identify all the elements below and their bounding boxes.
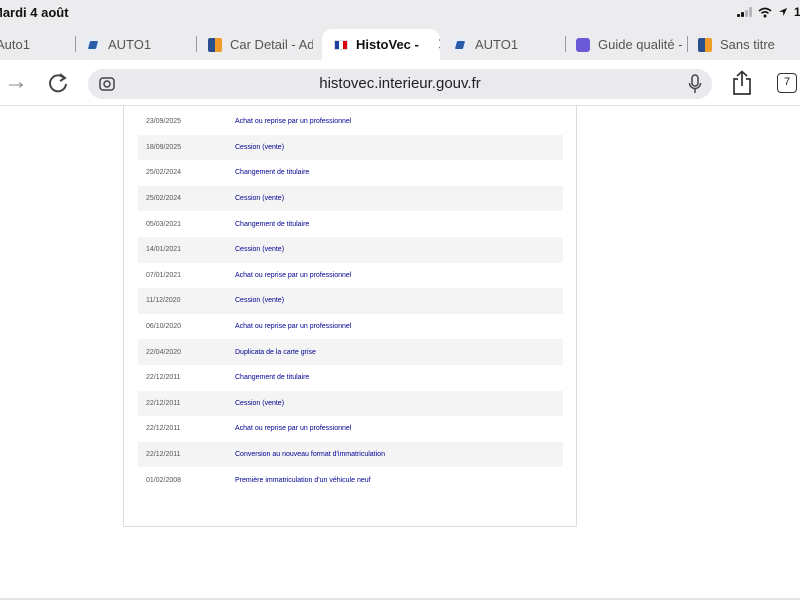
event-date: 22/04/2020 bbox=[146, 348, 182, 356]
event-label: Conversion au nouveau format d'immatricu… bbox=[235, 451, 385, 459]
sans-titre-favicon-icon bbox=[698, 37, 712, 52]
table-row: 18/09/2025 Cession (vente) bbox=[138, 134, 563, 161]
table-row: 05/03/2021 Changement de titulaire bbox=[138, 211, 563, 237]
event-label: Changement de titulaire bbox=[235, 220, 310, 228]
table-row: 22/12/2011 Achat ou reprise par un profes… bbox=[138, 416, 563, 442]
tab-label: Auto1 bbox=[0, 37, 30, 52]
forward-arrow-icon[interactable]: → bbox=[4, 69, 28, 95]
event-date: 25/02/2024 bbox=[146, 195, 182, 203]
event-label: Achat ou reprise par un professionnel bbox=[235, 323, 352, 331]
table-row: 22/04/2020 Duplicata de la carte grise bbox=[138, 339, 563, 365]
battery-percent: 100 bbox=[793, 5, 800, 19]
tab-divider bbox=[75, 36, 76, 52]
table-row: 07/01/2021 Achat ou reprise par un profes… bbox=[138, 263, 563, 289]
event-date: 11/12/2020 bbox=[146, 297, 181, 305]
status-icons: 100 bbox=[736, 5, 800, 19]
table-row: 06/10/2020 Achat ou reprise par un profes… bbox=[138, 314, 563, 340]
tab-sans-titre[interactable]: Sans titre bbox=[698, 29, 800, 60]
guide-favicon-icon bbox=[576, 37, 590, 52]
event-date: 25/02/2024 bbox=[146, 169, 182, 177]
event-label: Achat ou reprise par un professionnel bbox=[235, 118, 352, 126]
tab-bar: Auto1 AUTO1 Car Detail - Ad HistoVec - ✕… bbox=[0, 26, 800, 60]
event-label: Cession (vente) bbox=[235, 246, 285, 254]
auto1-favicon-icon bbox=[453, 37, 467, 52]
event-date: 22/12/2011 bbox=[146, 425, 181, 433]
close-tab-icon[interactable]: ✕ bbox=[437, 35, 440, 55]
table-row: 14/01/2021 Cession (vente) bbox=[138, 236, 563, 263]
tab-auto1-first[interactable]: Auto1 bbox=[0, 29, 56, 60]
microphone-icon[interactable] bbox=[688, 74, 702, 94]
table-row: 22/12/2011 Changement de titulaire bbox=[138, 365, 563, 391]
tab-label: Sans titre bbox=[720, 37, 775, 52]
event-date: 07/01/2021 bbox=[146, 271, 182, 279]
status-date: Mardi 4 août bbox=[0, 5, 69, 20]
tab-guide-qualite[interactable]: Guide qualité - bbox=[576, 29, 684, 60]
tab-label: AUTO1 bbox=[108, 37, 152, 52]
tab-label: HistoVec - bbox=[356, 37, 419, 52]
table-row: 25/02/2024 Changement de titulaire bbox=[138, 160, 563, 186]
event-label: Achat ou reprise par un professionnel bbox=[235, 271, 352, 279]
event-date: 22/12/2011 bbox=[146, 451, 181, 459]
tab-auto1[interactable]: AUTO1 bbox=[86, 29, 186, 60]
tab-auto1-second[interactable]: AUTO1 bbox=[453, 29, 553, 60]
status-bar: Mardi 4 août 100 bbox=[0, 0, 800, 26]
tab-divider bbox=[196, 36, 197, 52]
wifi-icon bbox=[758, 7, 772, 17]
table-row: 25/02/2024 Cession (vente) bbox=[138, 185, 563, 212]
event-label: Cession (vente) bbox=[235, 399, 285, 407]
event-label: Achat ou reprise par un professionnel bbox=[235, 425, 352, 433]
table-row: 22/12/2011 Cession (vente) bbox=[138, 390, 563, 417]
history-table: 23/09/2025 Achat ou reprise par un profes… bbox=[138, 109, 563, 493]
cellular-signal-icon bbox=[736, 7, 752, 17]
auto1-favicon-icon bbox=[86, 37, 100, 52]
table-row: 22/12/2011 Conversion au nouveau format d… bbox=[138, 441, 563, 468]
tab-label: Guide qualité - bbox=[598, 37, 683, 52]
address-bar[interactable]: histovec.interieur.gouv.fr bbox=[88, 69, 712, 99]
event-date: 06/10/2020 bbox=[146, 323, 182, 331]
french-flag-icon bbox=[334, 39, 348, 50]
car-detail-favicon-icon bbox=[208, 37, 222, 52]
share-icon[interactable] bbox=[731, 70, 753, 96]
event-label: Changement de titulaire bbox=[235, 169, 310, 177]
event-date: 14/01/2021 bbox=[146, 246, 182, 254]
event-date: 22/12/2011 bbox=[146, 399, 181, 407]
vehicle-history-card: 23/09/2025 Achat ou reprise par un profes… bbox=[123, 106, 577, 527]
tab-label: Car Detail - Ad bbox=[230, 37, 313, 52]
location-icon bbox=[778, 8, 787, 16]
event-label: Cession (vente) bbox=[235, 143, 285, 151]
url-text[interactable]: histovec.interieur.gouv.fr bbox=[88, 75, 712, 92]
tab-car-detail[interactable]: Car Detail - Ad bbox=[208, 29, 313, 60]
tab-label: AUTO1 bbox=[475, 37, 519, 52]
event-date: 05/03/2021 bbox=[146, 220, 182, 228]
event-date: 18/09/2025 bbox=[146, 143, 182, 151]
event-date: 01/02/2008 bbox=[146, 476, 182, 484]
event-label: Duplicata de la carte grise bbox=[235, 348, 316, 356]
event-label: Cession (vente) bbox=[235, 297, 285, 305]
event-label: Première immatriculation d'un véhicule n… bbox=[235, 476, 371, 484]
navigation-bar: → histovec.interieur.gouv.fr 7 bbox=[0, 60, 800, 106]
table-row: 11/12/2020 Cession (vente) bbox=[138, 288, 563, 314]
event-date: 22/12/2011 bbox=[146, 374, 181, 382]
table-row: 23/09/2025 Achat ou reprise par un profes… bbox=[138, 109, 563, 135]
tab-divider bbox=[687, 36, 688, 52]
event-date: 23/09/2025 bbox=[146, 118, 182, 126]
tab-histovec[interactable]: HistoVec - ✕ bbox=[322, 29, 440, 60]
event-label: Changement de titulaire bbox=[235, 374, 310, 382]
event-label: Cession (vente) bbox=[235, 195, 285, 203]
table-row: 01/02/2008 Première immatriculation d'un … bbox=[138, 467, 563, 493]
tab-count-button[interactable]: 7 bbox=[777, 73, 797, 93]
reload-icon[interactable] bbox=[47, 72, 69, 94]
tab-divider bbox=[565, 36, 566, 52]
